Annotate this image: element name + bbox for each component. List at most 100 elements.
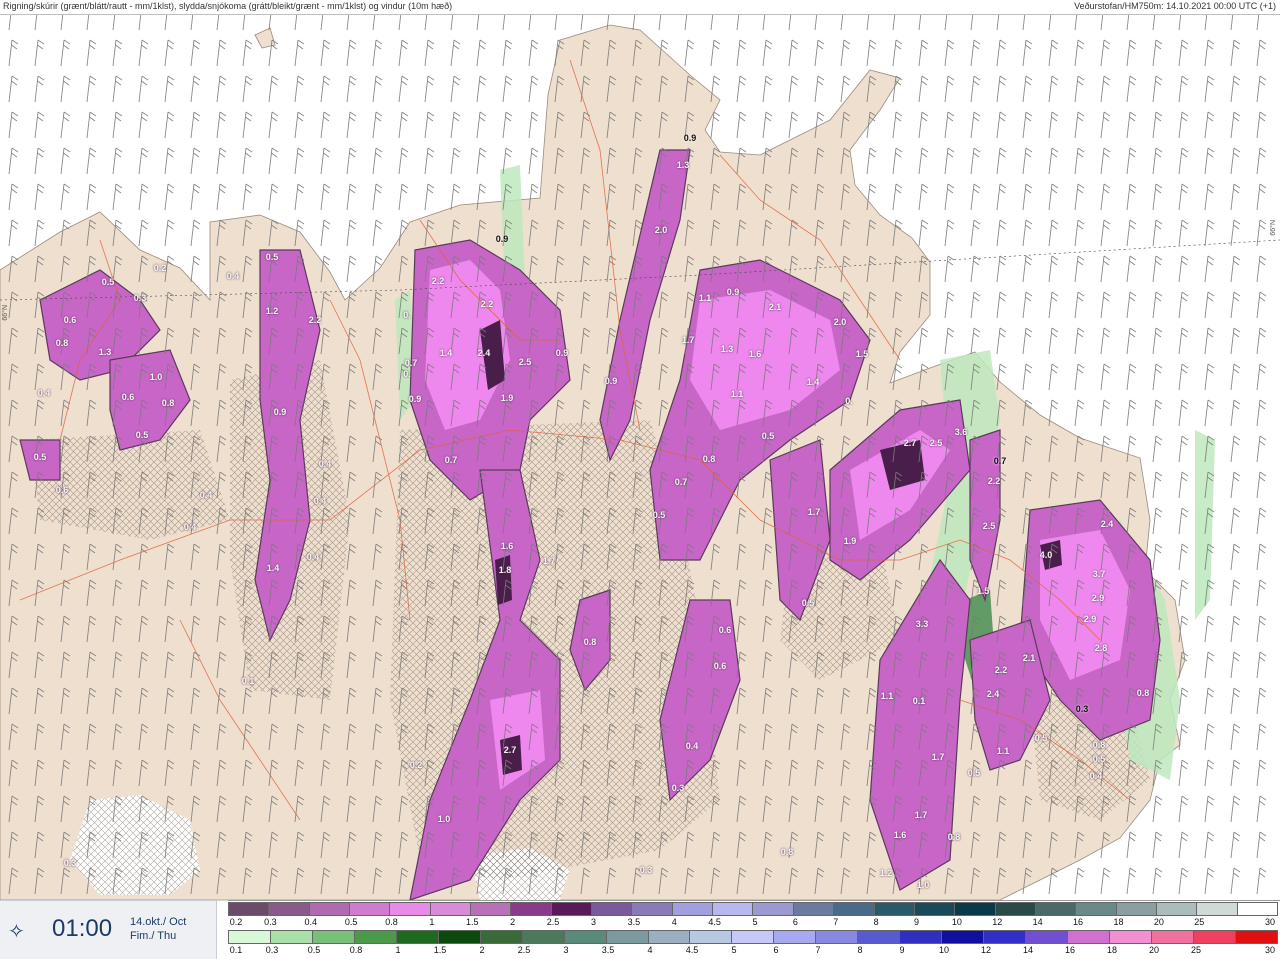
snow-legend-swatch	[471, 902, 512, 916]
snow-legend-swatch	[632, 902, 673, 916]
precip-value-label: 0.3	[671, 783, 685, 793]
snow-legend-label: 1.5	[466, 917, 479, 927]
rain-legend-swatch	[270, 930, 313, 944]
precip-value-label: 0.9	[273, 407, 287, 417]
precip-value-label: 1.7	[807, 507, 821, 517]
rain-legend-swatch	[648, 930, 691, 944]
precip-value-label: 0.1	[912, 696, 926, 706]
snow-legend-label: 0.2	[229, 917, 243, 927]
rain-legend-swatch	[312, 930, 355, 944]
precip-value-label: 1.5	[855, 349, 869, 359]
precip-value-label: 0.3	[1075, 704, 1089, 714]
precip-value-label: 0.8	[161, 398, 175, 408]
rain-legend-label: 10	[938, 945, 950, 955]
precip-value-label: 2.7	[903, 438, 917, 448]
snow-legend-swatch	[753, 902, 794, 916]
rain-legend-swatch	[438, 930, 481, 944]
snow-legend-swatch	[511, 902, 552, 916]
snow-legend-swatch	[430, 902, 472, 916]
snow-legend-swatch	[390, 902, 431, 916]
rain-legend-swatch	[606, 930, 649, 944]
snow-legend-swatch	[955, 902, 996, 916]
precip-value-label: 0.9	[683, 133, 697, 143]
precip-value-label: 1.4	[439, 348, 453, 358]
precip-value-label: 0.1	[241, 676, 255, 686]
precip-value-label: 0.5	[801, 598, 815, 608]
rain-legend-swatch	[942, 930, 985, 944]
precip-value-label: 0.3	[63, 858, 77, 868]
snow-legend-swatch	[914, 902, 956, 916]
snow-legend-swatch	[672, 902, 714, 916]
precip-value-label: 0.2	[409, 760, 423, 770]
precip-value-label: 0.5	[33, 452, 47, 462]
precip-value-label: 0.8	[55, 338, 69, 348]
precip-value-label: 1.5	[976, 586, 990, 596]
snow-legend-swatch	[834, 902, 875, 916]
snow-legend-swatch	[874, 902, 915, 916]
precip-value-label: 1.1	[698, 293, 712, 303]
snow-legend-label: 8	[873, 917, 879, 927]
precip-value-label: 0.7	[444, 455, 458, 465]
snow-legend-label: 2.5	[546, 917, 560, 927]
precip-value-label: 1.6	[500, 541, 514, 551]
snow-legend-label: 2	[510, 917, 516, 927]
precip-value-label: 2.0	[833, 317, 847, 327]
precip-value-label: 0.4	[306, 552, 320, 562]
snow-legend-label: 0.8	[385, 917, 398, 927]
precip-value-label: 1.0	[149, 372, 163, 382]
precip-value-label: 2.2	[431, 276, 445, 286]
snow-legend-swatch	[228, 902, 270, 916]
rain-legend-swatch	[774, 930, 817, 944]
snow-legend-swatch	[1237, 902, 1278, 916]
precip-value-label: 2.2	[987, 476, 1001, 486]
precip-value-label: 0.9	[604, 376, 618, 386]
rain-legend-label: 4.5	[685, 945, 699, 955]
precip-value-label: 0.6	[718, 625, 732, 635]
rain-legend-swatch	[396, 930, 439, 944]
precip-value-label: 2.4	[986, 689, 1000, 699]
rain-legend-label: 8	[857, 945, 863, 955]
precip-value-label: 2.1	[768, 302, 782, 312]
rain-legend-swatch	[228, 930, 271, 944]
precip-value-label: 2.4	[1100, 519, 1114, 529]
precip-value-label: 2.5	[929, 438, 943, 448]
compass-star-icon: ✧	[8, 921, 25, 943]
precip-value-label: 1.4	[266, 563, 280, 573]
precip-value-label: 0.9	[726, 287, 740, 297]
rain-legend-swatch	[900, 930, 943, 944]
map-header: Rigning/skúrir (grænt/blátt/rautt - mm/1…	[0, 0, 1280, 15]
precip-value-label: 1.7	[931, 752, 945, 762]
precip-value-label: 0.	[403, 369, 411, 379]
snow-legend-label: 10	[951, 917, 962, 927]
precip-value-label: 2.8	[1094, 643, 1108, 653]
latitude-label-right: 66°N	[1270, 220, 1277, 236]
snow-legend-label: 3	[590, 917, 596, 927]
rain-legend-label: 3.5	[601, 945, 615, 955]
forecast-date: 14.okt./ Oct	[130, 916, 187, 928]
rain-legend-label: 7	[815, 945, 821, 955]
rain-legend-swatch	[480, 930, 523, 944]
precip-value-label: 0.4	[313, 496, 327, 506]
precip-value-label: 1.7	[914, 810, 928, 820]
precip-value-label: 2.4	[477, 348, 491, 358]
snow-legend-label: 20	[1153, 917, 1164, 927]
precipitation-map[interactable]: 66°N 66°N 0.2 0.5 0.3 0.6 0.8 1.3 0.4 1.0 0.6 0.8…	[0, 15, 1280, 958]
precip-value-label: 0.8	[1136, 688, 1150, 698]
snow-legend-label: 3.5	[627, 917, 641, 927]
rain-legend-swatch	[1193, 930, 1236, 944]
precip-value-label: 0.4	[37, 388, 51, 398]
rain-legend-label: 30	[1264, 945, 1276, 955]
snow-legend-swatch	[309, 902, 351, 916]
precip-value-label: 0.6	[63, 315, 77, 325]
precip-value-label: 0.5	[652, 510, 666, 520]
rain-legend-label: 1	[395, 945, 401, 955]
precip-value-label: 1.6	[748, 349, 762, 359]
precip-value-label: 0.	[403, 310, 411, 320]
precip-value-label: 2.2	[994, 665, 1008, 675]
precip-value-label: 1.2	[879, 868, 893, 878]
rain-legend-label: 0.3	[265, 945, 279, 955]
snow-legend-swatch	[995, 902, 1036, 916]
precip-value-label: 1.7	[681, 335, 695, 345]
precip-value-label: 0.8	[702, 454, 716, 464]
precip-value-label: 2.2	[308, 315, 322, 325]
